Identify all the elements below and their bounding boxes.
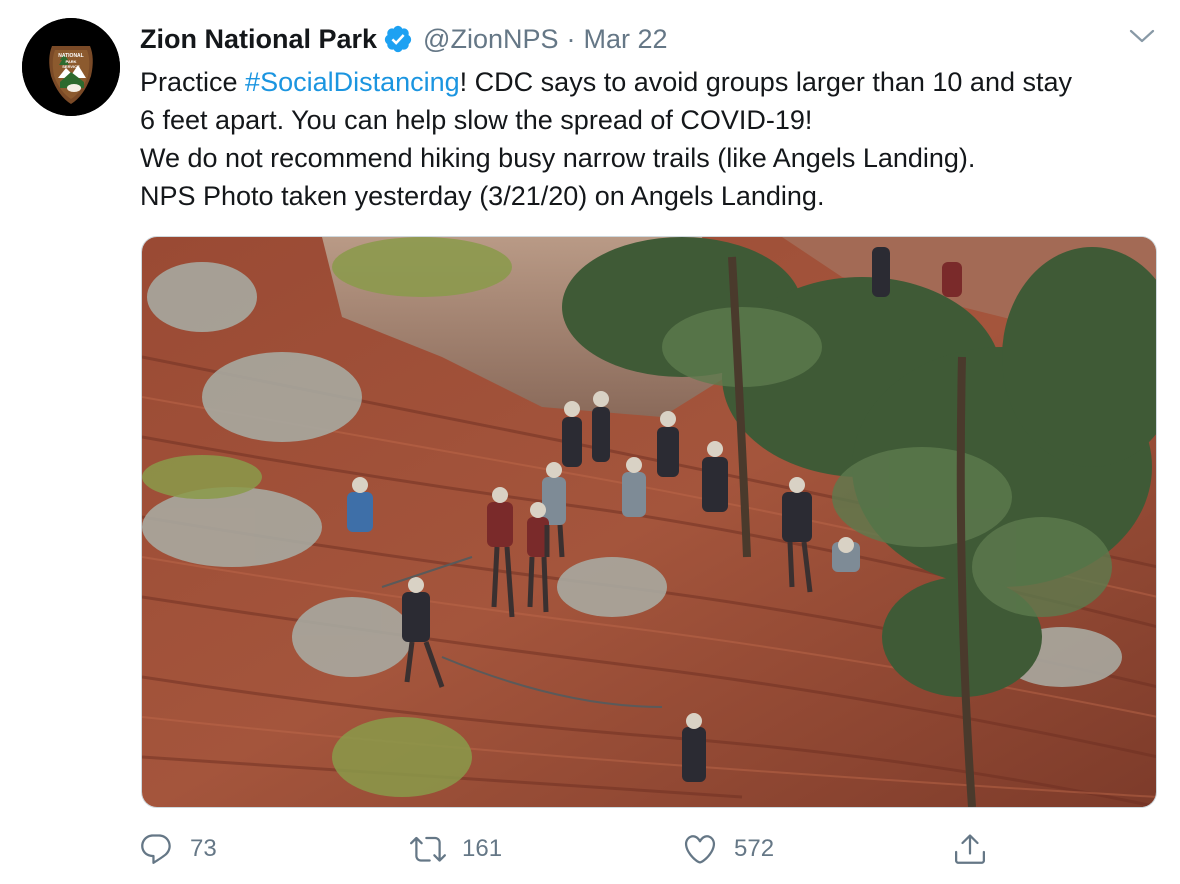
share-icon [955, 834, 985, 864]
hashtag-link[interactable]: #SocialDistancing [245, 67, 460, 97]
tweet-text-line-3: We do not recommend hiking busy narrow t… [140, 143, 976, 173]
author-handle[interactable]: @ZionNPS [423, 24, 558, 55]
svg-text:SERVICE: SERVICE [62, 64, 80, 69]
like-button[interactable]: 572 [682, 826, 774, 872]
tweet-date[interactable]: Mar 22 [584, 24, 668, 55]
tweet-photo[interactable] [141, 236, 1157, 808]
like-count: 572 [734, 835, 775, 862]
tweet-text: Practice #SocialDistancing! CDC says to … [140, 63, 1150, 215]
reply-icon [141, 834, 171, 864]
share-button[interactable] [952, 826, 988, 872]
like-icon [684, 835, 716, 864]
nps-arrowhead-logo: NATIONAL PARK SERVICE [22, 18, 120, 116]
reply-count: 73 [190, 835, 217, 862]
author-name[interactable]: Zion National Park [140, 24, 377, 55]
retweet-icon [410, 836, 446, 862]
tweet-text-line-2: 6 feet apart. You can help slow the spre… [140, 105, 813, 135]
retweet-count: 161 [462, 835, 503, 862]
tweet-actions: 73 161 572 [0, 826, 1180, 872]
separator-dot: · [566, 23, 576, 54]
tweet-text-line-1: Practice #SocialDistancing! CDC says to … [140, 63, 1150, 101]
tweet-header: Zion National Park @ZionNPS · Mar 22 [140, 22, 668, 56]
tweet-text-line-4: NPS Photo taken yesterday (3/21/20) on A… [140, 181, 825, 211]
chevron-down-icon[interactable] [1128, 26, 1156, 46]
reply-button[interactable]: 73 [138, 826, 217, 872]
avatar[interactable]: NATIONAL PARK SERVICE [22, 18, 120, 116]
text-line1-rest: ! CDC says to avoid groups larger than 1… [459, 67, 1072, 97]
verified-badge-icon [383, 24, 413, 54]
retweet-button[interactable]: 161 [410, 826, 502, 872]
text-prefix: Practice [140, 67, 246, 97]
